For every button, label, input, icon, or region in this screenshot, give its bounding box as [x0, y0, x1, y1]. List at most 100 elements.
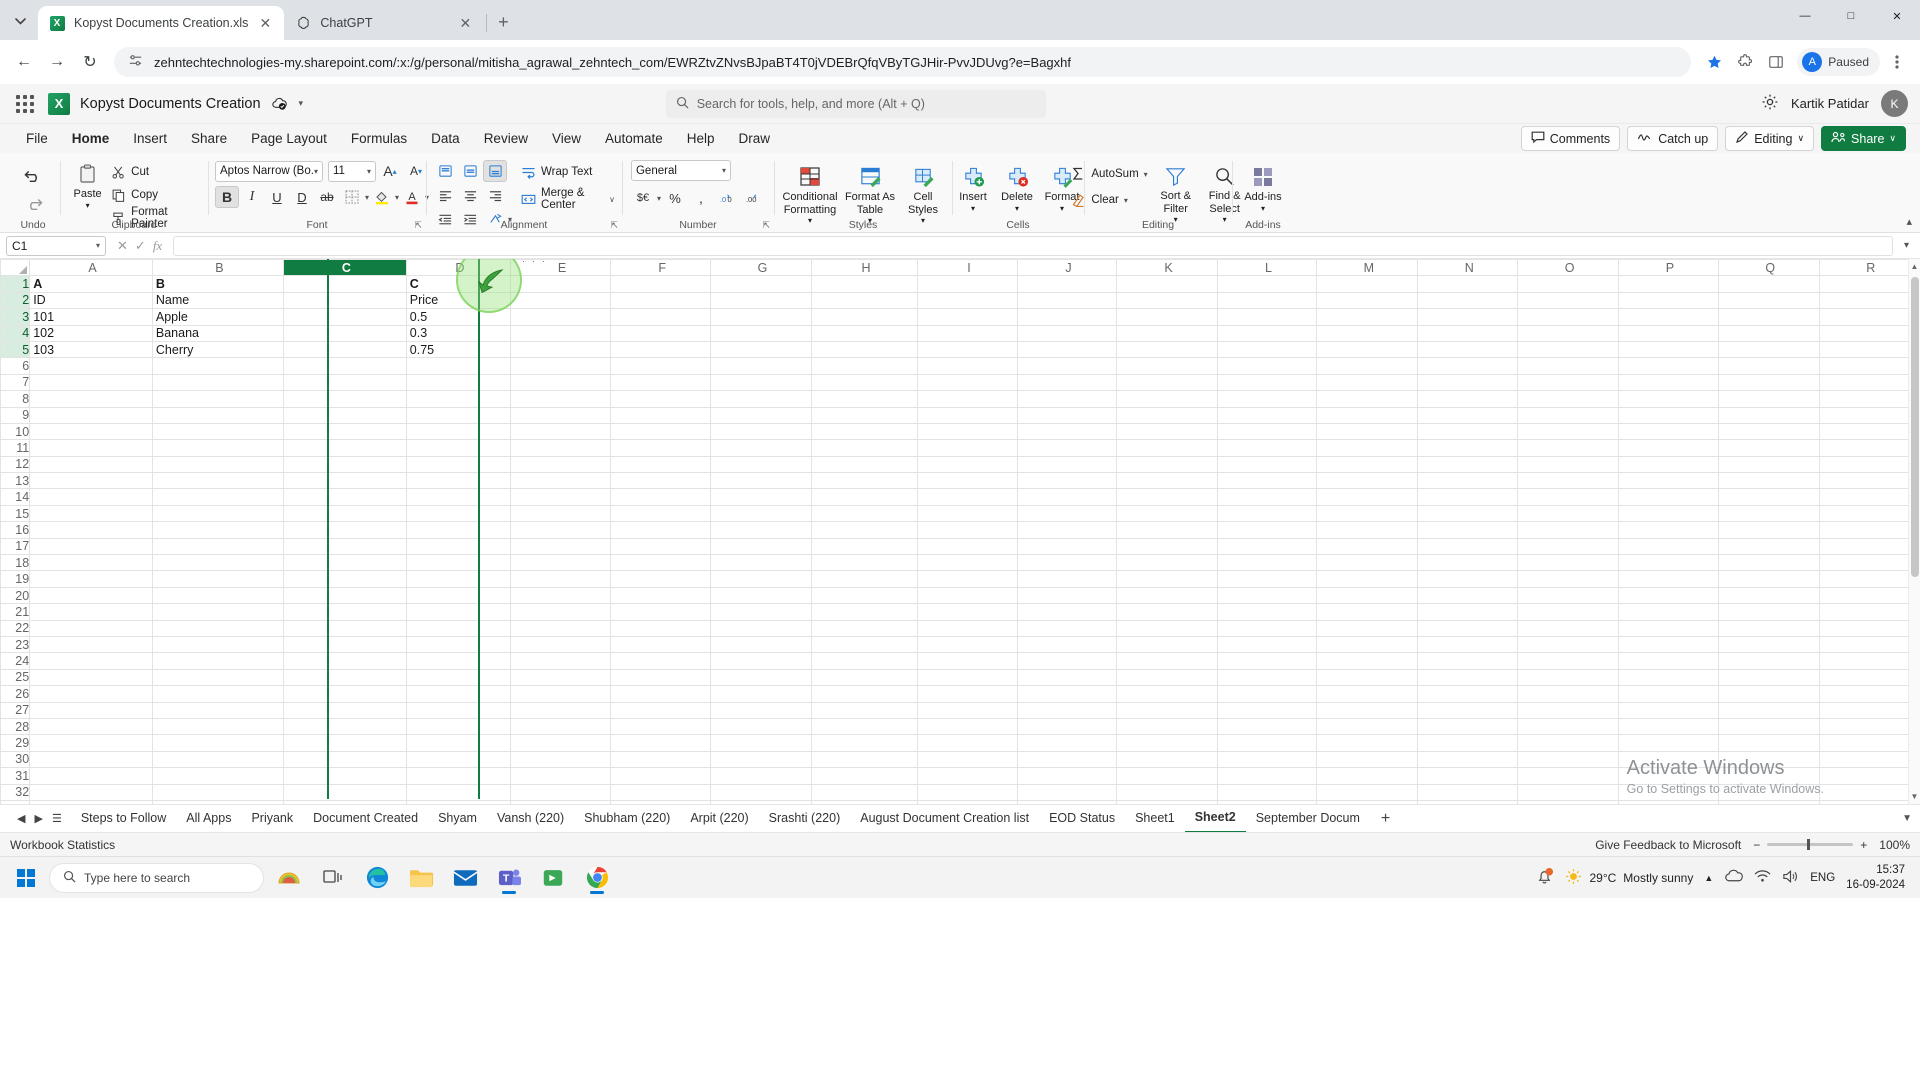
- cell-F32[interactable]: [610, 783, 712, 801]
- cell-Q24[interactable]: [1718, 652, 1820, 670]
- cell-M16[interactable]: [1316, 521, 1419, 539]
- cell-E22[interactable]: [509, 619, 612, 637]
- cell-G27[interactable]: [710, 701, 812, 719]
- windows-start-icon[interactable]: [9, 862, 43, 894]
- cell-H3[interactable]: [810, 308, 919, 326]
- cell-P31[interactable]: [1617, 767, 1720, 785]
- cell-G24[interactable]: [710, 652, 812, 670]
- cell-O9[interactable]: [1517, 406, 1619, 424]
- cell-L3[interactable]: [1216, 308, 1318, 326]
- row-header-2[interactable]: 2: [0, 291, 31, 310]
- catch-up-button[interactable]: Catch up: [1627, 126, 1719, 151]
- cell-Q9[interactable]: [1718, 406, 1820, 424]
- insert-function-icon[interactable]: fx: [153, 238, 162, 254]
- vertical-scrollbar[interactable]: ▲ ▼: [1908, 259, 1920, 804]
- cell-A29[interactable]: [29, 734, 153, 752]
- cell-P22[interactable]: [1617, 619, 1720, 637]
- cell-B18[interactable]: [151, 554, 285, 572]
- cell-J5[interactable]: [1016, 340, 1118, 359]
- cell-C4[interactable]: [283, 324, 407, 342]
- cell-H13[interactable]: [810, 472, 919, 490]
- cell-J14[interactable]: [1016, 488, 1118, 506]
- row-header-11[interactable]: 11: [0, 439, 31, 457]
- comments-button[interactable]: Comments: [1520, 126, 1621, 151]
- network-icon[interactable]: [1754, 869, 1771, 886]
- cell-E31[interactable]: [509, 767, 612, 785]
- autosave-cloud-icon[interactable]: [271, 95, 289, 113]
- teams-icon[interactable]: T: [490, 861, 528, 895]
- cell-K2[interactable]: [1116, 291, 1218, 310]
- cell-N25[interactable]: [1417, 668, 1519, 687]
- cell-I26[interactable]: [917, 685, 1018, 703]
- cell-D33[interactable]: [405, 799, 511, 804]
- cell-O23[interactable]: [1517, 635, 1619, 654]
- tune-icon[interactable]: [128, 53, 143, 71]
- cell-O4[interactable]: [1517, 324, 1619, 342]
- cell-D10[interactable]: [405, 422, 511, 441]
- wrap-text-button[interactable]: Wrap Text: [520, 162, 615, 182]
- cell-C32[interactable]: [283, 783, 407, 801]
- scroll-up-icon[interactable]: ▲: [1909, 259, 1920, 271]
- tab-view[interactable]: View: [540, 124, 593, 153]
- cell-D6[interactable]: [405, 357, 511, 375]
- cell-K18[interactable]: [1116, 554, 1218, 572]
- cell-B7[interactable]: [151, 373, 285, 392]
- row-header-22[interactable]: 22: [0, 619, 31, 637]
- cell-D9[interactable]: [405, 406, 511, 424]
- cell-N15[interactable]: [1417, 504, 1519, 523]
- cell-F29[interactable]: [610, 734, 712, 752]
- cell-O18[interactable]: [1517, 554, 1619, 572]
- cell-M20[interactable]: [1316, 586, 1419, 605]
- paste-button[interactable]: Paste ▾: [67, 160, 108, 210]
- cell-G5[interactable]: [710, 340, 812, 359]
- cell-D15[interactable]: [405, 504, 511, 523]
- cell-L30[interactable]: [1216, 750, 1318, 769]
- cell-B27[interactable]: [151, 701, 285, 719]
- cell-I11[interactable]: [917, 439, 1018, 457]
- borders-icon[interactable]: [340, 186, 364, 208]
- cell-K21[interactable]: [1116, 603, 1218, 621]
- cell-K23[interactable]: [1116, 635, 1218, 654]
- cell-G19[interactable]: [710, 570, 812, 588]
- cell-K27[interactable]: [1116, 701, 1218, 719]
- cell-F13[interactable]: [610, 472, 712, 490]
- store-icon[interactable]: [534, 861, 572, 895]
- cell-P24[interactable]: [1617, 652, 1720, 670]
- cell-F25[interactable]: [610, 668, 712, 687]
- cell-R2[interactable]: [1818, 291, 1920, 310]
- cell-P4[interactable]: [1617, 324, 1720, 342]
- zoom-track[interactable]: [1767, 839, 1854, 850]
- cell-G26[interactable]: [710, 685, 812, 703]
- cell-L28[interactable]: [1216, 717, 1318, 736]
- cut-button[interactable]: Cut: [110, 162, 201, 182]
- cell-A27[interactable]: [29, 701, 153, 719]
- cell-K3[interactable]: [1116, 308, 1218, 326]
- cell-F2[interactable]: [610, 291, 712, 310]
- cell-G3[interactable]: [710, 308, 812, 326]
- onedrive-icon[interactable]: [1724, 869, 1744, 886]
- taskbar-search-input[interactable]: Type here to search: [49, 862, 264, 893]
- cell-E1[interactable]: [509, 275, 612, 293]
- cell-Q27[interactable]: [1718, 701, 1820, 719]
- cell-F28[interactable]: [610, 717, 712, 736]
- cell-B14[interactable]: [151, 488, 285, 506]
- cell-L2[interactable]: [1216, 291, 1318, 310]
- cell-M11[interactable]: [1316, 439, 1419, 457]
- chevron-right-icon[interactable]: ▼: [1894, 813, 1920, 824]
- cell-P2[interactable]: [1617, 291, 1720, 310]
- cell-J3[interactable]: [1016, 308, 1118, 326]
- cell-I7[interactable]: [917, 373, 1018, 392]
- cell-G12[interactable]: [710, 455, 812, 474]
- cell-N3[interactable]: [1417, 308, 1519, 326]
- cell-N6[interactable]: [1417, 357, 1519, 375]
- cell-P1[interactable]: [1617, 275, 1720, 293]
- column-header-O[interactable]: O: [1517, 259, 1619, 277]
- cell-M10[interactable]: [1316, 422, 1419, 441]
- cell-A32[interactable]: [29, 783, 153, 801]
- cell-F1[interactable]: [610, 275, 712, 293]
- sheet-tab-steps-to-follow[interactable]: Steps to Follow: [71, 805, 176, 832]
- format-as-table-button[interactable]: Format As Table ▾: [842, 163, 898, 225]
- cell-L24[interactable]: [1216, 652, 1318, 670]
- cell-A7[interactable]: [29, 373, 153, 392]
- cell-M3[interactable]: [1316, 308, 1419, 326]
